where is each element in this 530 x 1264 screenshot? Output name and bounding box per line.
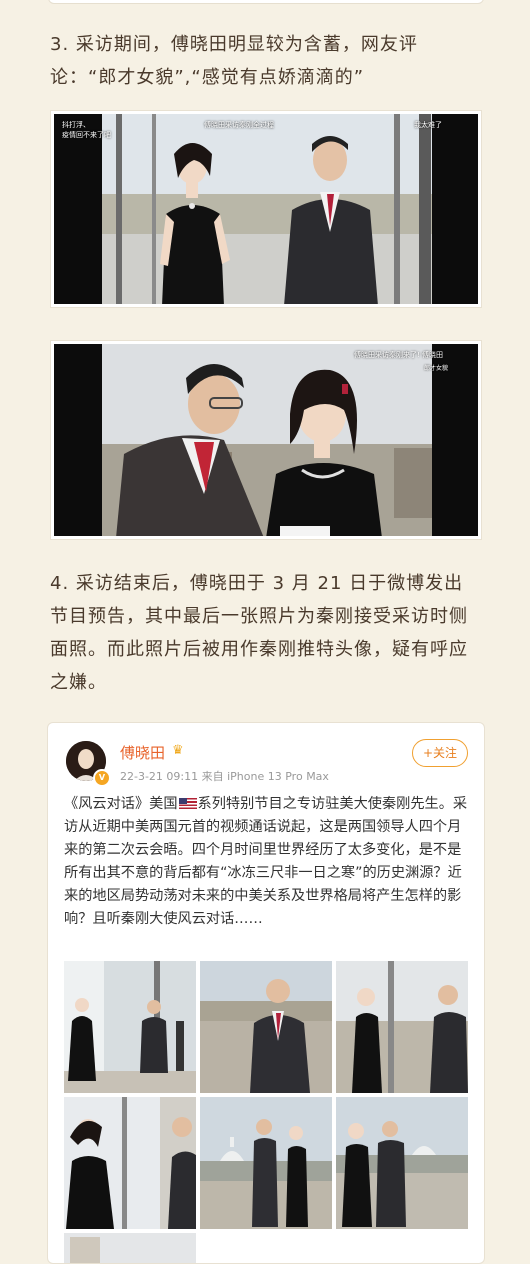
previous-card-edge [48, 0, 484, 4]
video-2-overlay-tag: 郎才女貌 [424, 365, 449, 372]
weibo-image-4-content [64, 1097, 196, 1229]
follow-button[interactable]: +关注 [412, 739, 468, 767]
weibo-image-5[interactable] [200, 1097, 332, 1229]
interview-scene-1 [54, 114, 478, 304]
video-frame-1: 抖打浮、 疫情回不来了吧 傅晓田采访秦刚全过程 我太难了 [54, 114, 478, 304]
weibo-post-text: 《风云对话》美国 系列特别节目之专访驻美大使秦刚先生。采访从近期中美两国元首的视频… [64, 793, 469, 931]
weibo-image-7-content [64, 1233, 196, 1263]
weibo-image-2[interactable] [200, 961, 332, 1093]
weibo-image-3-content [336, 961, 468, 1093]
video-2-overlay-top: 傅晓田采访秦刚来了! 傅晓田 [354, 351, 444, 359]
weibo-image-3[interactable] [336, 961, 468, 1093]
weibo-image-1[interactable] [64, 961, 196, 1093]
weibo-image-5-content [200, 1097, 332, 1229]
weibo-image-1-content [64, 961, 196, 1093]
crown-icon: ♛ [172, 743, 184, 758]
verified-badge-icon: V [93, 769, 111, 787]
weibo-post-text-part1: 《风云对话》美国 [64, 796, 178, 812]
weibo-image-6-content [336, 1097, 468, 1229]
interview-photo-1[interactable]: 抖打浮、 疫情回不来了吧 傅晓田采访秦刚全过程 我太难了 [50, 110, 482, 308]
weibo-image-4[interactable] [64, 1097, 196, 1229]
video-1-overlay-right: 我太难了 [414, 121, 442, 129]
section-4-text: 4. 采访结束后，傅晓田于 3 月 21 日于微博发出节目预告，其中最后一张照片… [50, 573, 468, 693]
video-1-overlay-left: 抖打浮、 疫情回不来了吧 [62, 121, 111, 139]
weibo-post-card: V 傅晓田 ♛ 22-3-21 09:11 来自 iPhone 13 Pro M… [47, 722, 485, 1264]
interview-photo-2[interactable]: 傅晓田采访秦刚来了! 傅晓田 郎才女貌 [50, 340, 482, 540]
weibo-image-6[interactable] [336, 1097, 468, 1229]
weibo-image-2-content [200, 961, 332, 1093]
weibo-post-meta: 22-3-21 09:11 来自 iPhone 13 Pro Max [120, 770, 329, 783]
weibo-post-text-part2: 系列特别节目之专访驻美大使秦刚先生。采访从近期中美两国元首的视频通话说起，这是两… [64, 796, 468, 927]
us-flag-icon [178, 798, 197, 809]
weibo-image-7[interactable] [64, 1233, 196, 1263]
section-3-text: 3. 采访期间，傅晓田明显较为含蓄，网友评论：“郎才女貌”,“感觉有点娇滴滴的” [50, 34, 418, 88]
weibo-user-name[interactable]: 傅晓田 [120, 742, 165, 763]
interview-scene-2 [54, 344, 478, 536]
video-frame-2: 傅晓田采访秦刚来了! 傅晓田 郎才女貌 [54, 344, 478, 536]
video-1-overlay-center: 傅晓田采访秦刚全过程 [204, 121, 274, 129]
